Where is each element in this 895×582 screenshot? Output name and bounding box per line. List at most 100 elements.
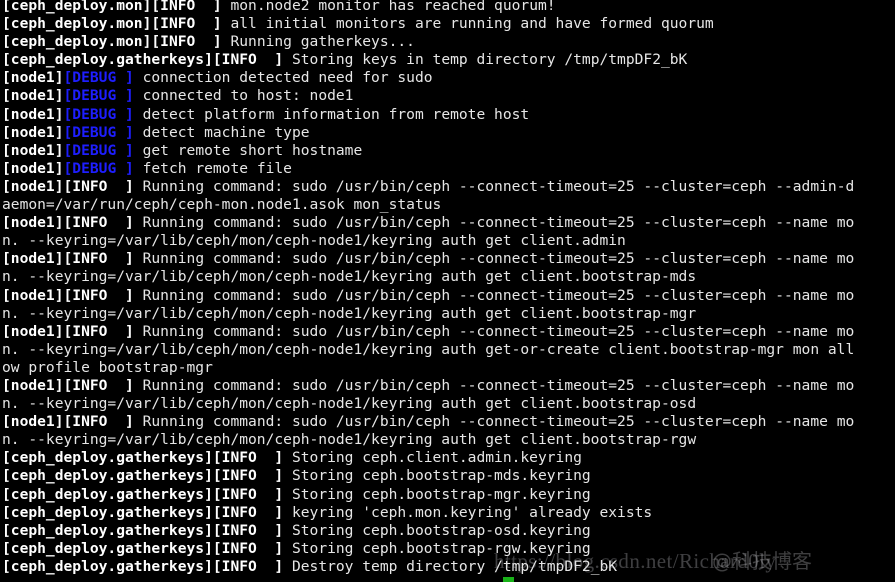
log-line: [ceph_deploy.gatherkeys][INFO ] keyring …: [0, 504, 895, 522]
log-source-tag: [ceph_deploy.gatherkeys]: [2, 485, 213, 503]
log-level-info-tag: [INFO ]: [63, 376, 134, 394]
log-wrap-text: n. --keyring=/var/lib/ceph/mon/ceph-node…: [2, 304, 697, 322]
log-source-tag: [ceph_deploy.gatherkeys]: [2, 539, 213, 557]
log-source-tag: [node1]: [2, 214, 64, 232]
log-level-info-tag: [INFO ]: [212, 51, 284, 69]
log-wrap-line: n. --keyring=/var/lib/ceph/mon/ceph-node…: [0, 341, 895, 359]
log-source-tag: [node1]: [2, 141, 64, 159]
text-cursor: [503, 577, 514, 582]
log-line-list: [ceph_deploy.mon][INFO ] mon.node2 monit…: [0, 0, 895, 576]
log-message: Destroy temp directory /tmp/tmpDF2_bK: [283, 557, 618, 575]
log-level-info-tag: [INFO ]: [63, 413, 134, 431]
log-source-tag: [node1]: [2, 250, 64, 268]
log-line: [node1][INFO ] Running command: sudo /us…: [0, 287, 895, 305]
log-level-info-tag: [INFO ]: [212, 449, 284, 467]
log-line: [ceph_deploy.gatherkeys][INFO ] Storing …: [0, 486, 895, 504]
log-message: Running command: sudo /usr/bin/ceph --co…: [133, 250, 855, 268]
log-source-tag: [node1]: [2, 177, 64, 195]
log-wrap-line: n. --keyring=/var/lib/ceph/mon/ceph-node…: [0, 431, 895, 449]
log-source-tag: [ceph_deploy.mon]: [2, 33, 152, 51]
log-message: Storing ceph.client.admin.keyring: [283, 449, 582, 467]
log-level-debug-tag: [DEBUG ]: [63, 105, 134, 123]
log-line: [node1][INFO ] Running command: sudo /us…: [0, 323, 895, 341]
log-wrap-line: n. --keyring=/var/lib/ceph/mon/ceph-node…: [0, 395, 895, 413]
log-wrap-text: n. --keyring=/var/lib/ceph/mon/ceph-node…: [2, 268, 697, 286]
log-level-debug-tag: [DEBUG ]: [63, 69, 134, 87]
log-source-tag: [node1]: [2, 286, 64, 304]
log-level-info-tag: [INFO ]: [212, 521, 284, 539]
log-line: [node1][INFO ] Running command: sudo /us…: [0, 214, 895, 232]
log-message: Running command: sudo /usr/bin/ceph --co…: [133, 322, 855, 340]
log-message: Storing keys in temp directory /tmp/tmpD…: [283, 51, 688, 69]
log-message: Storing ceph.bootstrap-osd.keyring: [283, 521, 591, 539]
log-line: [ceph_deploy.gatherkeys][INFO ] Destroy …: [0, 558, 895, 576]
log-line: [ceph_deploy.mon][INFO ] all initial mon…: [0, 15, 895, 33]
log-level-debug-tag: [DEBUG ]: [63, 123, 134, 141]
log-line: [node1][INFO ] Running command: sudo /us…: [0, 413, 895, 431]
log-level-debug-tag: [DEBUG ]: [63, 87, 134, 105]
log-line: [ceph_deploy.gatherkeys][INFO ] Storing …: [0, 449, 895, 467]
log-line: [node1][DEBUG ] detect platform informat…: [0, 106, 895, 124]
log-message: get remote short hostname: [133, 141, 363, 159]
log-wrap-text: n. --keyring=/var/lib/ceph/mon/ceph-node…: [2, 431, 697, 449]
log-line: [node1][INFO ] Running command: sudo /us…: [0, 178, 895, 196]
log-message: detect platform information from remote …: [133, 105, 530, 123]
log-wrap-text: n. --keyring=/var/lib/ceph/mon/ceph-node…: [2, 340, 855, 358]
log-level-info-tag: [INFO ]: [212, 539, 284, 557]
log-wrap-line: n. --keyring=/var/lib/ceph/mon/ceph-node…: [0, 268, 895, 286]
log-source-tag: [node1]: [2, 105, 64, 123]
log-message: Storing ceph.bootstrap-rgw.keyring: [283, 539, 591, 557]
log-wrap-line: n. --keyring=/var/lib/ceph/mon/ceph-node…: [0, 232, 895, 250]
log-message: Storing ceph.bootstrap-mds.keyring: [283, 467, 591, 485]
log-line: [node1][DEBUG ] detect machine type: [0, 124, 895, 142]
log-message: connected to host: node1: [133, 87, 354, 105]
log-source-tag: [node1]: [2, 322, 64, 340]
log-message: keyring 'ceph.mon.keyring' already exist…: [283, 503, 653, 521]
log-message: Running command: sudo /usr/bin/ceph --co…: [133, 214, 855, 232]
log-line: [ceph_deploy.mon][INFO ] Running gatherk…: [0, 33, 895, 51]
log-line: [node1][DEBUG ] fetch remote file: [0, 160, 895, 178]
log-level-info-tag: [INFO ]: [63, 322, 134, 340]
log-source-tag: [node1]: [2, 123, 64, 141]
log-wrap-text: ow profile bootstrap-mgr: [2, 358, 213, 376]
log-level-debug-tag: [DEBUG ]: [63, 159, 134, 177]
log-source-tag: [ceph_deploy.gatherkeys]: [2, 449, 213, 467]
log-message: Storing ceph.bootstrap-mgr.keyring: [283, 485, 591, 503]
log-source-tag: [ceph_deploy.mon]: [2, 0, 152, 14]
log-message: Running command: sudo /usr/bin/ceph --co…: [133, 376, 855, 394]
log-source-tag: [node1]: [2, 69, 64, 87]
log-level-info-tag: [INFO ]: [151, 33, 222, 51]
log-wrap-line: n. --keyring=/var/lib/ceph/mon/ceph-node…: [0, 305, 895, 323]
log-source-tag: [node1]: [2, 159, 64, 177]
log-message: all initial monitors are running and hav…: [221, 15, 714, 33]
log-level-info-tag: [INFO ]: [212, 485, 284, 503]
log-wrap-line: aemon=/var/run/ceph/ceph-mon.node1.asok …: [0, 196, 895, 214]
log-source-tag: [ceph_deploy.gatherkeys]: [2, 503, 213, 521]
log-line: [ceph_deploy.gatherkeys][INFO ] Storing …: [0, 522, 895, 540]
log-source-tag: [ceph_deploy.gatherkeys]: [2, 557, 213, 575]
log-level-debug-tag: [DEBUG ]: [63, 141, 134, 159]
log-source-tag: [node1]: [2, 87, 64, 105]
log-line: [ceph_deploy.gatherkeys][INFO ] Storing …: [0, 51, 895, 69]
terminal-output-pane[interactable]: [ceph_deploy.mon][INFO ] mon.node2 monit…: [0, 0, 895, 582]
log-source-tag: [node1]: [2, 413, 64, 431]
log-source-tag: [ceph_deploy.gatherkeys]: [2, 467, 213, 485]
log-message: detect machine type: [133, 123, 310, 141]
log-level-info-tag: [INFO ]: [151, 0, 222, 14]
log-level-info-tag: [INFO ]: [212, 467, 284, 485]
log-wrap-text: aemon=/var/run/ceph/ceph-mon.node1.asok …: [2, 196, 442, 214]
log-source-tag: [ceph_deploy.gatherkeys]: [2, 521, 213, 539]
log-source-tag: [node1]: [2, 376, 64, 394]
log-line: [ceph_deploy.mon][INFO ] mon.node2 monit…: [0, 0, 895, 15]
log-message: Running command: sudo /usr/bin/ceph --co…: [133, 177, 855, 195]
log-message: fetch remote file: [133, 159, 292, 177]
log-line: [node1][DEBUG ] connection detected need…: [0, 69, 895, 87]
log-wrap-text: n. --keyring=/var/lib/ceph/mon/ceph-node…: [2, 232, 626, 250]
log-level-info-tag: [INFO ]: [63, 214, 134, 232]
log-line: [ceph_deploy.gatherkeys][INFO ] Storing …: [0, 540, 895, 558]
log-level-info-tag: [INFO ]: [63, 286, 134, 304]
log-level-info-tag: [INFO ]: [212, 503, 284, 521]
log-wrap-text: n. --keyring=/var/lib/ceph/mon/ceph-node…: [2, 395, 697, 413]
log-line: [ceph_deploy.gatherkeys][INFO ] Storing …: [0, 467, 895, 485]
log-line: [node1][INFO ] Running command: sudo /us…: [0, 250, 895, 268]
